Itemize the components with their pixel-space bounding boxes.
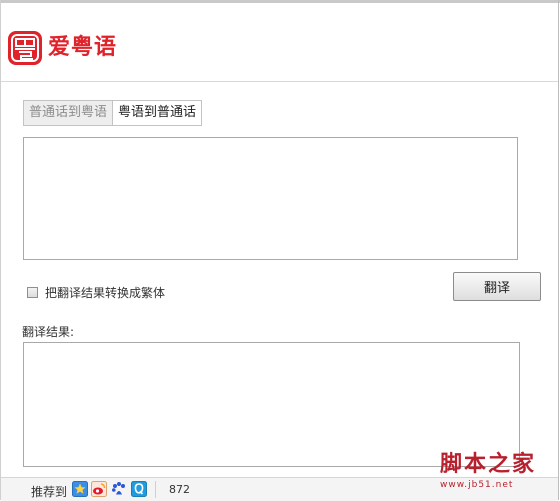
watermark-url: www.jb51.net xyxy=(440,480,514,490)
traditional-checkbox-label[interactable]: 把翻译结果转换成繁体 xyxy=(45,284,165,301)
site-watermark: 脚本之家 www.jb51.net xyxy=(440,451,555,496)
watermark-title: 脚本之家 xyxy=(440,451,537,477)
tab-cantonese-to-mandarin[interactable]: 粤语到普通话 xyxy=(113,100,203,126)
source-text-input[interactable] xyxy=(23,137,518,260)
direction-tabs: 普通话到粤语 粤语到普通话 xyxy=(23,100,203,126)
recommend-label: 推荐到 xyxy=(31,485,68,499)
traditional-option: 把翻译结果转换成繁体 xyxy=(27,284,165,300)
qzone-icon[interactable] xyxy=(72,481,88,497)
share-count[interactable]: 872 xyxy=(169,483,190,496)
translate-button[interactable]: 翻译 xyxy=(453,272,541,301)
window-right-border xyxy=(558,0,559,500)
traditional-checkbox[interactable] xyxy=(27,286,38,298)
result-text-output[interactable] xyxy=(23,342,520,467)
footer-divider xyxy=(155,481,156,498)
result-label: 翻译结果: xyxy=(22,325,75,339)
app-title: 爱粤语 xyxy=(48,35,118,60)
tab-mandarin-to-cantonese[interactable]: 普通话到粤语 xyxy=(23,100,114,126)
app-header: 爱粤语 xyxy=(1,3,558,82)
qq-icon[interactable] xyxy=(131,481,147,497)
weibo-icon[interactable] xyxy=(91,481,107,497)
baidu-icon[interactable] xyxy=(111,481,127,497)
cantonese-logo-icon xyxy=(8,31,42,65)
